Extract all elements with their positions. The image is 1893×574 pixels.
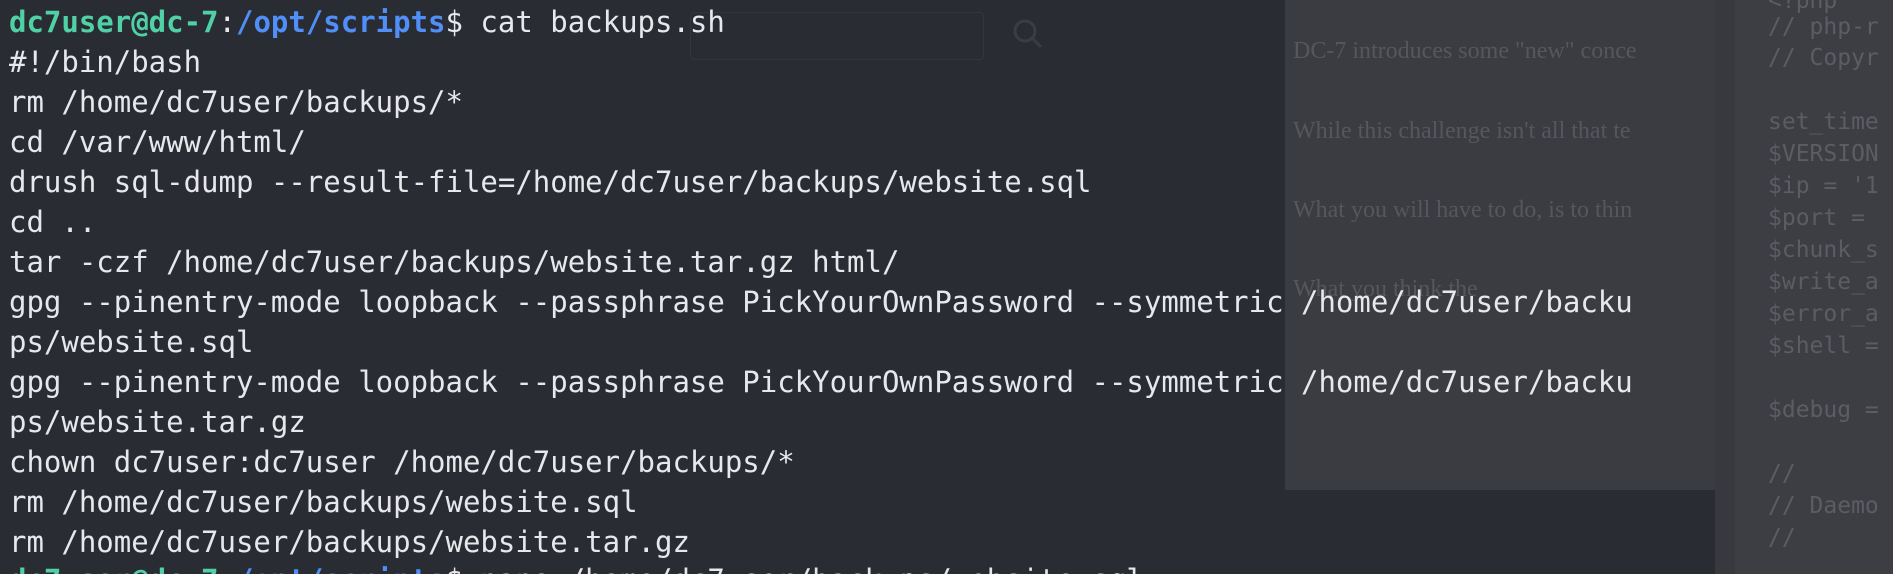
output-line: rm /home/dc7user/backups/* xyxy=(9,85,463,119)
prompt-line: dc7user@dc-7:/opt/scripts$ cat backups.s… xyxy=(9,2,725,42)
output-line: #!/bin/bash xyxy=(9,45,202,79)
next-prompt-line: dc7user@dc-7:/opt/scripts$ nano /home/dc… xyxy=(9,560,1144,574)
output-line: tar -czf /home/dc7user/backups/website.t… xyxy=(9,245,900,279)
command-text: nano /home/dc7user/backups/website.sql xyxy=(480,563,1143,574)
output-line: rm /home/dc7user/backups/website.sql xyxy=(9,485,638,519)
output-line: rm /home/dc7user/backups/website.tar.gz xyxy=(9,525,690,559)
output-line: gpg --pinentry-mode loopback --passphras… xyxy=(9,285,1633,319)
desktop-screen: <?php // php-r // Copyr set_time $VERSIO… xyxy=(0,0,1893,574)
output-line: cd .. xyxy=(9,205,97,239)
prompt-path: /opt/scripts xyxy=(236,563,446,574)
output-line: ps/website.tar.gz xyxy=(9,405,306,439)
output-line: cd /var/www/html/ xyxy=(9,125,306,159)
command-text: cat backups.sh xyxy=(480,5,725,39)
output-line: ps/website.sql xyxy=(9,325,254,359)
output-line: chown dc7user:dc7user /home/dc7user/back… xyxy=(9,445,795,479)
output-line: drush sql-dump --result-file=/home/dc7us… xyxy=(9,165,1092,199)
prompt-separator: : xyxy=(218,5,236,39)
prompt-path: /opt/scripts xyxy=(235,5,446,39)
prompt-separator: : xyxy=(219,563,236,574)
terminal-window[interactable]: dc7user@dc-7:/opt/scripts$ cat backups.s… xyxy=(0,0,1893,574)
prompt-user-host: dc7user@dc-7 xyxy=(9,563,219,574)
prompt-symbol: $ xyxy=(445,5,481,39)
prompt-user-host: dc7user@dc-7 xyxy=(9,5,219,39)
output-line: gpg --pinentry-mode loopback --passphras… xyxy=(9,365,1633,399)
prompt-symbol: $ xyxy=(446,563,481,574)
